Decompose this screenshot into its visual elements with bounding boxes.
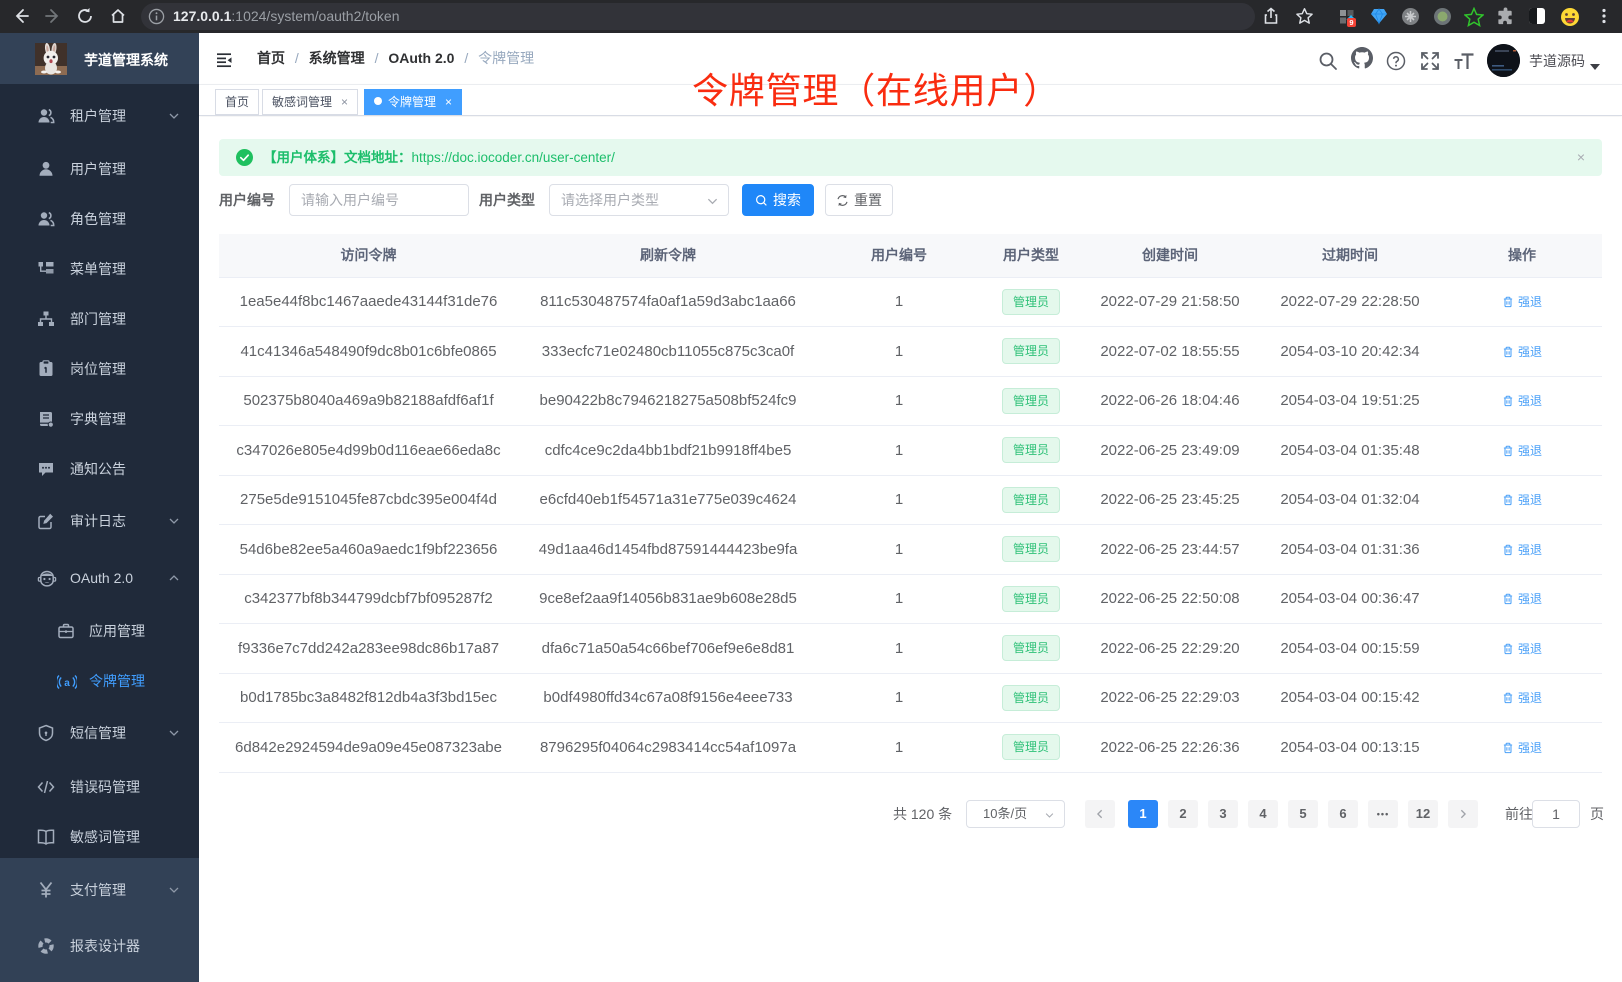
svg-text:a: a bbox=[64, 678, 70, 689]
svg-text:9: 9 bbox=[1349, 18, 1353, 27]
